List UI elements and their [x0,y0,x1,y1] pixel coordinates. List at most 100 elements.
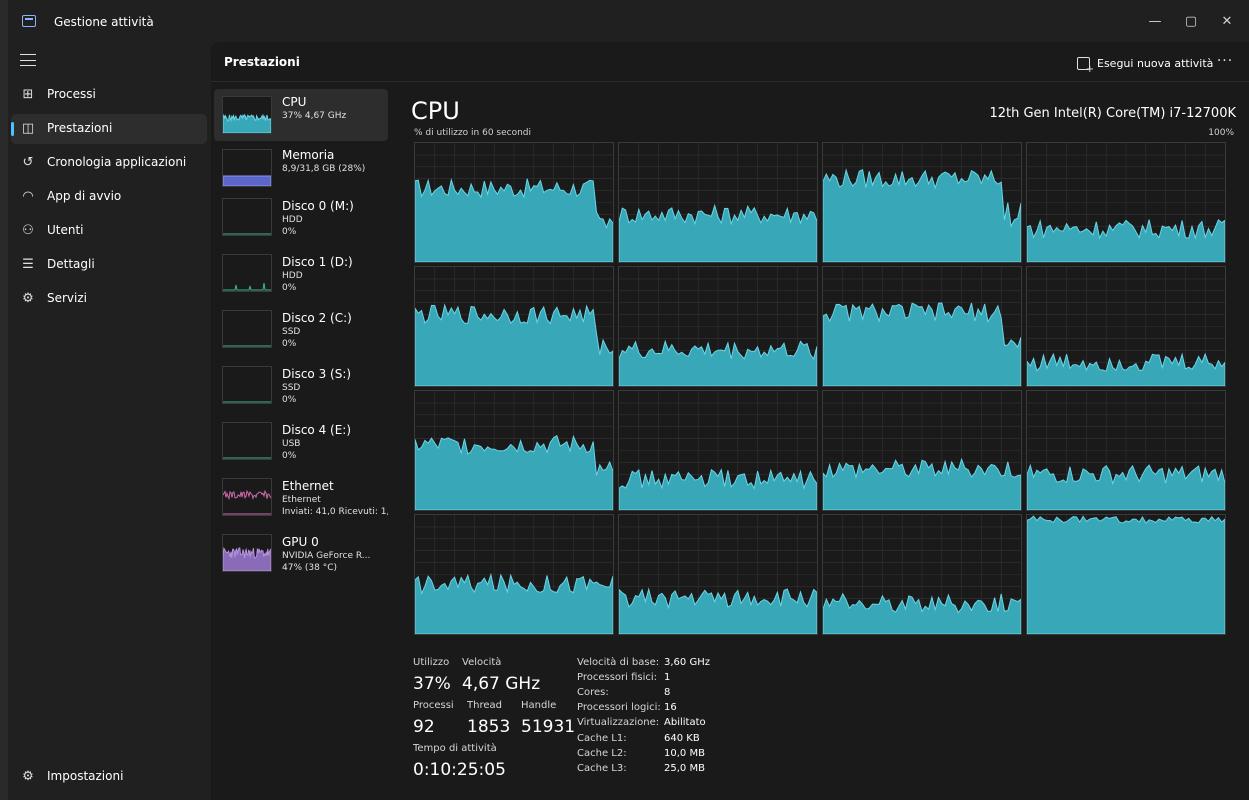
utilization-area [823,168,1021,262]
spec-value: 1 [664,672,671,683]
utilization-area [619,468,817,510]
logical-processor-graph-0 [414,142,614,263]
core-graph-svg [1027,515,1225,634]
resource-type: NVIDIA GeForce R... [282,551,371,561]
nav-item-dettagli[interactable]: ☰ Dettagli [11,250,207,280]
resource-name: Disco 2 (C:) [282,311,352,325]
nav-item-servizi[interactable]: ⚙ Servizi [11,284,207,314]
title-bar[interactable]: Gestione attività — ▢ ✕ [8,0,1249,42]
nav-item-label: Cronologia applicazioni [47,155,187,169]
core-graph-svg [415,143,613,262]
task-manager-window: Gestione attività — ▢ ✕ ⊞ Processi ◫ Pre… [8,0,1249,800]
core-graph-svg [1027,143,1225,262]
gpu-thumbnail-graph [222,534,272,572]
nav-item-label: Servizi [47,291,88,305]
resource-name: Disco 4 (E:) [282,423,352,437]
processes-label: Processi [413,700,454,711]
logical-processor-graph-5 [618,266,818,387]
nav-item-impostazioni[interactable]: ⚙ Impostazioni [11,762,207,792]
task-manager-icon [22,15,36,27]
resource-detail: Inviati: 41,0 Ricevuti: 1,5 [282,507,388,517]
close-button[interactable]: ✕ [1207,7,1247,37]
core-graph-svg [823,515,1021,634]
settings-icon: ⚙ [22,769,34,784]
spec-label: Cache L1: [577,733,627,744]
spec-label: Cache L2: [577,748,627,759]
resource-disk-2[interactable]: Disco 2 (C:) SSD 0% [214,307,388,359]
resource-type: Ethernet [282,495,321,505]
resource-detail: 0% [282,339,297,349]
resource-memory[interactable]: Memoria 8,9/31,8 GB (28%) [214,142,388,194]
more-options-button[interactable]: ··· [1211,53,1239,73]
resource-detail: 47% (38 °C) [282,563,337,573]
speed-value: 4,67 GHz [462,674,541,694]
thumbnail-svg [223,457,271,459]
core-graph-svg [415,391,613,510]
nav-item-utenti[interactable]: ⚇ Utenti [11,216,207,246]
core-graph-svg [619,143,817,262]
thumbnail-svg [223,282,271,291]
logical-processor-graph-2 [822,142,1022,263]
spec-label: Cache L3: [577,763,627,774]
utilization-value: 37% [413,674,451,694]
resource-disk-0[interactable]: Disco 0 (M:) HDD 0% [214,195,388,247]
resource-disk-1[interactable]: Disco 1 (D:) HDD 0% [214,251,388,303]
nav-item-app-di-avvio[interactable]: ◠ App di avvio [11,182,207,212]
disk-thumbnail-graph [222,310,272,348]
core-graph-svg [1027,391,1225,510]
logical-processor-graph-13 [618,514,818,635]
memory-usage-fill [223,175,271,186]
resource-detail: 0% [282,283,297,293]
resource-detail: 0% [282,451,297,461]
spec-label: Velocità di base: [577,657,660,668]
utilization-area [619,587,817,634]
spec-value: 16 [664,702,677,713]
spec-value: 10,0 MB [664,748,705,759]
disk-thumbnail-graph [222,198,272,236]
resource-disk-4[interactable]: Disco 4 (E:) USB 0% [214,419,388,471]
spec-value: 640 KB [664,733,700,744]
utilization-area [415,572,613,634]
nav-item-label: Processi [47,87,96,101]
page-title: Prestazioni [224,55,300,69]
cpu-thumbnail-graph [222,96,272,134]
hamburger-menu-icon[interactable] [20,54,36,66]
graph-caption: % di utilizzo in 60 secondi [414,128,532,138]
resource-cpu[interactable]: CPU 37% 4,67 GHz [214,89,388,141]
resource-ethernet[interactable]: Ethernet Ethernet Inviati: 41,0 Ricevuti… [214,475,388,527]
nav-item-label: Utenti [47,223,84,237]
core-graph-svg [823,143,1021,262]
run-new-task-button[interactable]: Esegui nuova attività [1077,54,1213,75]
disk-thumbnail-graph [222,422,272,460]
utilization-area [823,302,1021,386]
resource-disk-3[interactable]: Disco 3 (S:) SSD 0% [214,363,388,415]
utilization-area [415,434,613,510]
resource-name: Memoria [282,148,335,162]
logical-processor-graph-15 [1026,514,1226,635]
nav-item-prestazioni[interactable]: ◫ Prestazioni [11,114,207,144]
spec-label: Processori fisici: [577,672,658,683]
thumbnail-svg [223,489,271,515]
disk-thumbnail-graph [222,366,272,404]
resource-type: SSD [282,327,301,337]
run-task-icon [1077,56,1094,75]
nav-item-label: Dettagli [47,257,95,271]
threads-value: 1853 [467,717,511,737]
navigation-pane: ⊞ Processi ◫ Prestazioni ↺ Cronologia ap… [8,42,211,800]
minimize-button[interactable]: — [1135,7,1175,37]
resource-gpu-0[interactable]: GPU 0 NVIDIA GeForce R... 47% (38 °C) [214,531,388,583]
handles-value: 51931 [521,717,576,737]
maximize-button[interactable]: ▢ [1171,7,1211,37]
logical-processor-graph-1 [618,142,818,263]
logical-processor-graph-8 [414,390,614,511]
disk-activity-line [223,282,271,291]
nav-item-processi[interactable]: ⊞ Processi [11,80,207,110]
utilization-area [1027,218,1225,262]
resource-detail: 0% [282,395,297,405]
nav-item-cronologia[interactable]: ↺ Cronologia applicazioni [11,148,207,178]
thumbnail-svg [223,345,271,347]
logical-processor-graph-7 [1026,266,1226,387]
processes-value: 92 [413,717,435,737]
content-header: Prestazioni Esegui nuova attività ··· [211,42,1249,82]
nav-item-label: Prestazioni [47,121,113,135]
